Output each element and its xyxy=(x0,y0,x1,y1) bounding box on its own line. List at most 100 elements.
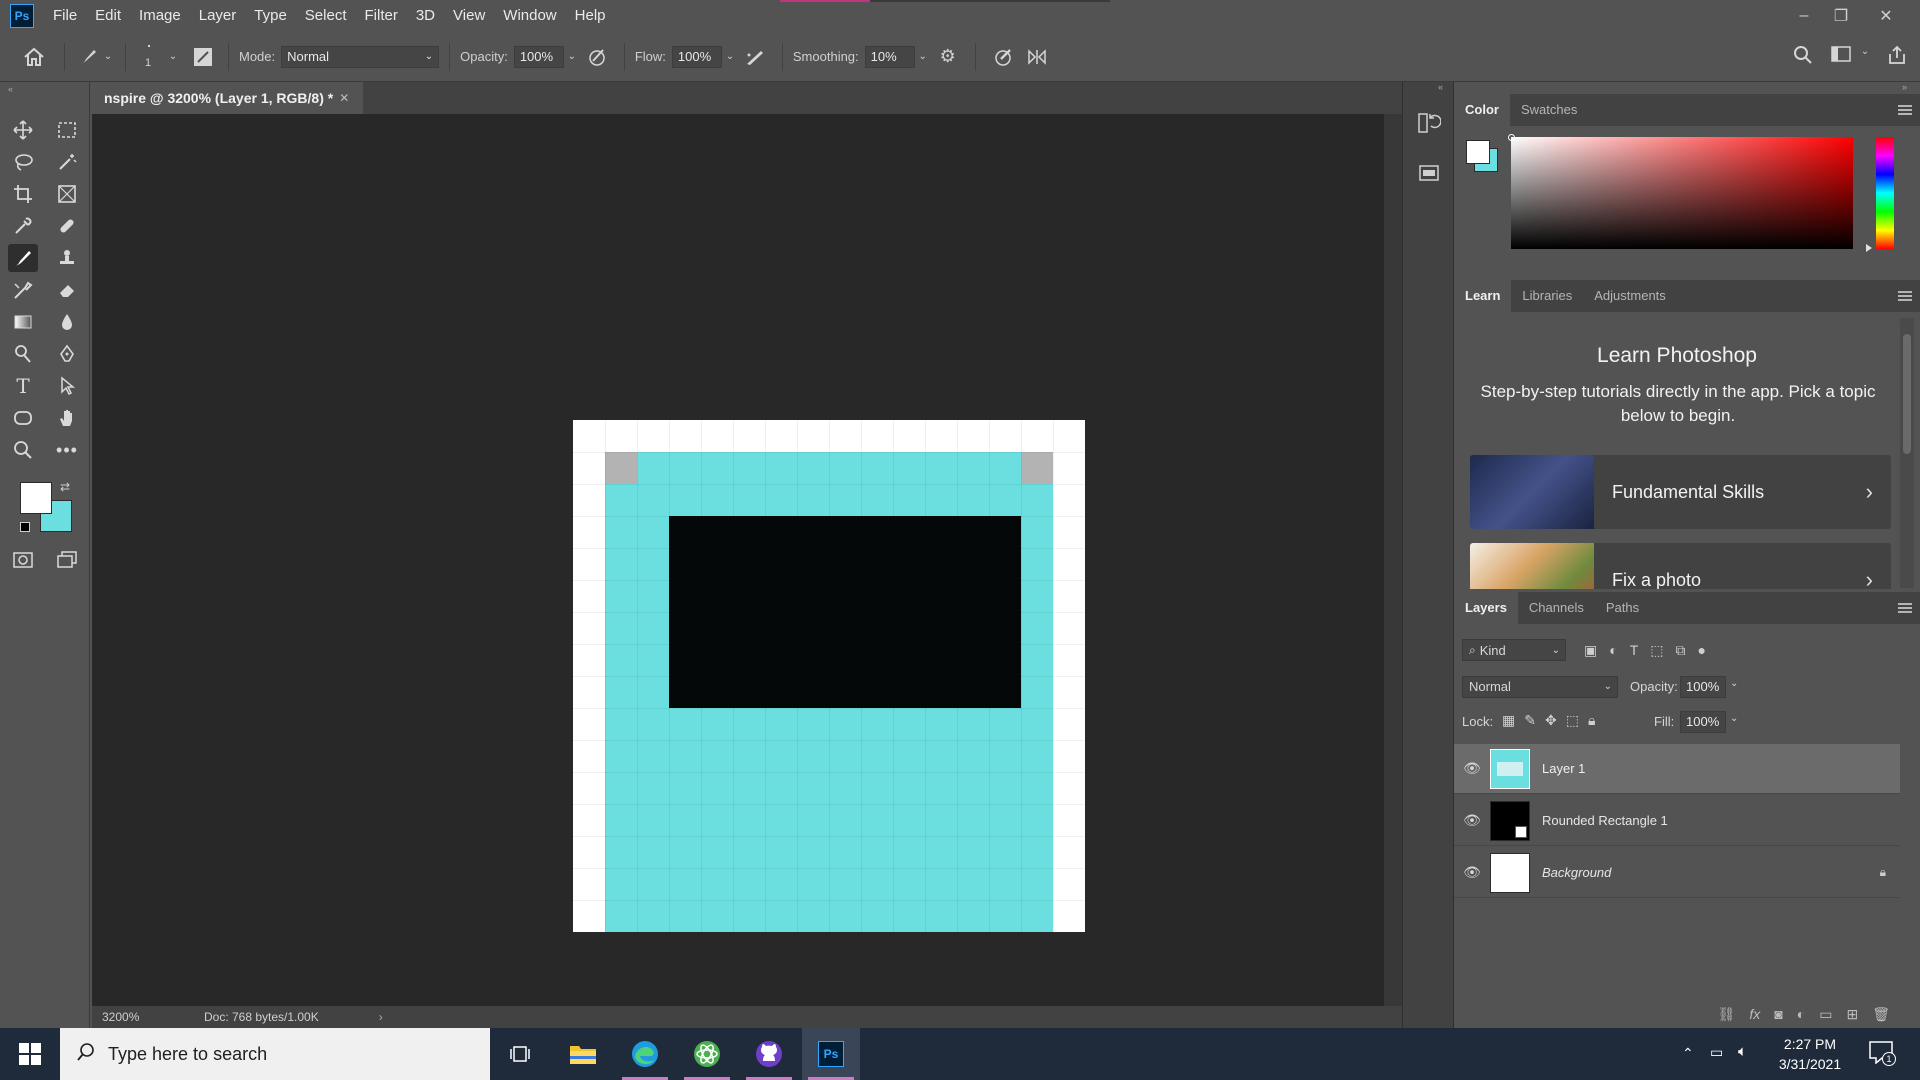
type-tool-icon[interactable]: T xyxy=(8,372,38,400)
gradient-tool-icon[interactable] xyxy=(8,308,38,336)
menu-3d[interactable]: 3D xyxy=(407,0,444,32)
healing-brush-tool-icon[interactable] xyxy=(52,212,82,240)
hue-slider[interactable] xyxy=(1876,137,1894,249)
quick-mask-icon[interactable] xyxy=(8,546,38,574)
share-icon[interactable] xyxy=(1884,45,1910,65)
vertical-scrollbar[interactable] xyxy=(1384,114,1402,1006)
eye-icon[interactable]: 👁︎ xyxy=(1462,812,1482,829)
brush-settings-icon[interactable] xyxy=(188,47,218,67)
clone-stamp-tool-icon[interactable] xyxy=(52,244,82,272)
layer-row-layer-1[interactable]: 👁︎ Layer 1 xyxy=(1454,744,1900,794)
layer-name[interactable]: Background xyxy=(1542,865,1611,880)
lock-pixels-icon[interactable]: ✎ xyxy=(1524,712,1536,729)
new-layer-icon[interactable]: ⊞ xyxy=(1846,1006,1858,1023)
menu-edit[interactable]: Edit xyxy=(86,0,130,32)
menu-file[interactable]: File xyxy=(44,0,86,32)
layer-filter-select[interactable]: ⌕ Kind ⌄ xyxy=(1462,639,1566,661)
chevron-up-icon[interactable]: ⌃ xyxy=(1682,1045,1694,1062)
tab-channels[interactable]: Channels xyxy=(1518,592,1595,624)
move-tool-icon[interactable] xyxy=(8,116,38,144)
layer-row-rounded-rectangle-1[interactable]: 👁︎ Rounded Rectangle 1 xyxy=(1454,796,1900,846)
filter-shape-icon[interactable]: ⬚ xyxy=(1650,642,1663,659)
layer-opacity-input[interactable]: 100% xyxy=(1680,676,1726,698)
taskbar-search[interactable]: Type here to search xyxy=(60,1028,490,1080)
airbrush-icon[interactable] xyxy=(738,47,772,67)
zoom-level[interactable]: 3200% xyxy=(102,1010,190,1024)
chevron-down-icon[interactable]: ⌄ xyxy=(1730,678,1738,689)
collapse-dock-icon[interactable]: » xyxy=(1902,82,1907,92)
restore-button[interactable]: ❐ xyxy=(1818,0,1864,32)
mode-select[interactable]: Normal ⌄ xyxy=(281,45,440,68)
notification-center-icon[interactable]: 1 xyxy=(1868,1040,1896,1068)
foreground-color-swatch[interactable] xyxy=(20,482,52,514)
lock-transparent-icon[interactable]: ▦ xyxy=(1502,712,1515,729)
eye-icon[interactable]: 👁︎ xyxy=(1462,760,1482,777)
volume-icon[interactable]: 🔈︎ xyxy=(1738,1043,1747,1060)
expand-panels-icon[interactable]: « xyxy=(1438,82,1443,92)
menu-view[interactable]: View xyxy=(444,0,494,32)
shape-tool-icon[interactable] xyxy=(8,404,38,432)
menu-type[interactable]: Type xyxy=(245,0,296,32)
marquee-tool-icon[interactable] xyxy=(52,116,82,144)
pen-tool-icon[interactable] xyxy=(52,340,82,368)
menu-select[interactable]: Select xyxy=(296,0,356,32)
eye-icon[interactable]: 👁︎ xyxy=(1462,864,1482,881)
eraser-tool-icon[interactable] xyxy=(52,276,82,304)
frame-tool-icon[interactable] xyxy=(52,180,82,208)
lock-artboard-icon[interactable]: ⬚ xyxy=(1566,712,1579,729)
opacity-input[interactable]: 100% xyxy=(513,45,564,68)
layer-blend-mode-select[interactable]: Normal ⌄ xyxy=(1462,676,1618,698)
zoom-tool-icon[interactable] xyxy=(8,436,38,464)
chevron-right-icon[interactable]: › xyxy=(379,1010,383,1024)
blur-tool-icon[interactable] xyxy=(52,308,82,336)
symmetry-icon[interactable] xyxy=(1020,47,1054,67)
workspace-icon[interactable] xyxy=(1828,45,1854,63)
chevron-down-icon[interactable]: ⌄ xyxy=(166,51,180,62)
task-view-icon[interactable] xyxy=(491,1028,549,1080)
chevron-down-icon[interactable]: ⌄ xyxy=(1730,713,1738,724)
brush-preset-icon[interactable] xyxy=(75,47,101,67)
fill-input[interactable]: 100% xyxy=(1680,711,1726,733)
brush-size-picker[interactable]: 1 xyxy=(136,37,166,77)
magic-wand-tool-icon[interactable] xyxy=(52,148,82,176)
pressure-size-icon[interactable] xyxy=(986,47,1020,67)
trash-icon[interactable]: 🗑︎ xyxy=(1872,1006,1890,1023)
learn-card-fix-a-photo[interactable]: Fix a photo › xyxy=(1470,543,1891,589)
smoothing-input[interactable]: 10% xyxy=(864,45,915,68)
atom-editor-icon[interactable] xyxy=(678,1028,736,1080)
chevron-down-icon[interactable]: ⌄ xyxy=(1858,46,1872,57)
chevron-down-icon[interactable]: ⌄ xyxy=(101,51,115,62)
file-explorer-icon[interactable] xyxy=(554,1028,612,1080)
layer-name[interactable]: Layer 1 xyxy=(1542,761,1585,776)
github-desktop-icon[interactable] xyxy=(740,1028,798,1080)
history-panel-icon[interactable] xyxy=(1417,112,1442,137)
flow-input[interactable]: 100% xyxy=(671,45,722,68)
tab-layers[interactable]: Layers xyxy=(1454,592,1518,624)
gear-icon[interactable]: ⚙ xyxy=(931,46,965,67)
color-panel-fg-swatch[interactable] xyxy=(1466,140,1490,164)
lasso-tool-icon[interactable] xyxy=(8,148,38,176)
filter-type-icon[interactable]: T xyxy=(1630,642,1639,659)
crop-tool-icon[interactable] xyxy=(8,180,38,208)
layer-name[interactable]: Rounded Rectangle 1 xyxy=(1542,813,1668,828)
battery-icon[interactable]: ▭ xyxy=(1710,1044,1723,1061)
search-icon[interactable] xyxy=(1790,45,1816,65)
chevron-down-icon[interactable]: ⌄ xyxy=(915,51,931,62)
close-tab-icon[interactable]: ✕ xyxy=(339,91,349,105)
add-mask-icon[interactable]: ◙ xyxy=(1774,1006,1782,1022)
color-field[interactable] xyxy=(1511,137,1853,249)
fx-icon[interactable]: fx xyxy=(1749,1006,1760,1022)
new-group-icon[interactable]: ▭ xyxy=(1819,1006,1832,1023)
tab-paths[interactable]: Paths xyxy=(1595,592,1650,624)
photoshop-taskbar-icon[interactable]: Ps xyxy=(802,1028,860,1080)
dodge-tool-icon[interactable] xyxy=(8,340,38,368)
tab-adjustments[interactable]: Adjustments xyxy=(1583,280,1677,312)
document-tab[interactable]: nspire @ 3200% (Layer 1, RGB/8) * ✕ xyxy=(92,82,364,114)
brush-tool-icon[interactable] xyxy=(8,244,38,272)
tab-swatches[interactable]: Swatches xyxy=(1510,94,1588,126)
screen-mode-icon[interactable] xyxy=(52,546,82,574)
properties-panel-icon[interactable] xyxy=(1417,162,1441,187)
collapse-toolbar-icon[interactable]: « xyxy=(8,84,13,94)
tab-libraries[interactable]: Libraries xyxy=(1511,280,1583,312)
filter-toggle-icon[interactable]: ● xyxy=(1698,642,1706,659)
